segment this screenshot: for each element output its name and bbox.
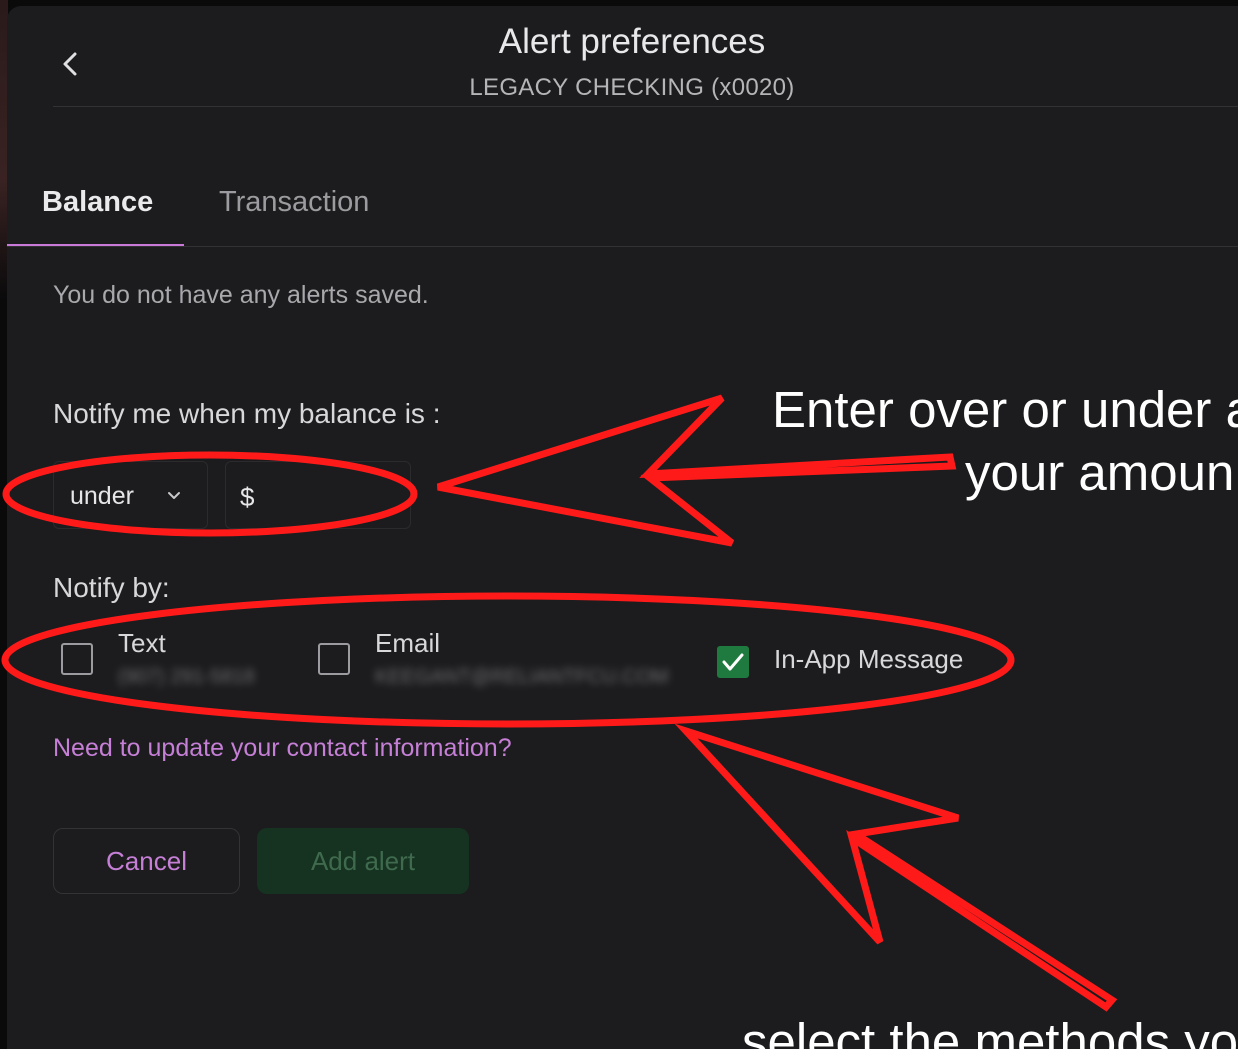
chevron-down-icon: [168, 492, 180, 499]
email-method-address: KEEGANT@RELIANTFCU.COM: [375, 666, 669, 688]
page: Alert preferences LEGACY CHECKING (x0020…: [0, 0, 1238, 1049]
update-contact-link[interactable]: Need to update your contact information?: [53, 734, 512, 763]
annotation-methods-hint: select the methods yo: [742, 1013, 1238, 1049]
balance-condition-label: Notify me when my balance is :: [53, 398, 441, 429]
empty-alerts-message: You do not have any alerts saved.: [53, 281, 429, 309]
tab-balance[interactable]: Balance: [42, 186, 153, 219]
checkmark-icon: [722, 653, 744, 671]
email-method-label: Email: [375, 628, 441, 658]
in-app-method-label: In-App Message: [774, 644, 964, 674]
annotation-amount-hint-line1: Enter over or under a: [772, 381, 1238, 438]
alert-preferences-panel: Alert preferences LEGACY CHECKING (x0020…: [7, 6, 1238, 1049]
amount-field[interactable]: $: [225, 461, 411, 529]
text-method-phone: (907) 291-5818: [118, 666, 255, 688]
tabs-divider: [7, 246, 1238, 247]
condition-select-value: under: [70, 482, 134, 510]
amount-input[interactable]: [266, 476, 400, 518]
text-checkbox[interactable]: [61, 643, 93, 675]
email-checkbox[interactable]: [318, 643, 350, 675]
account-subtitle: LEGACY CHECKING (x0020): [469, 74, 795, 101]
annotation-amount-hint-line2: your amoun: [965, 444, 1235, 501]
tab-transaction[interactable]: Transaction: [219, 186, 369, 219]
cancel-button[interactable]: Cancel: [53, 828, 240, 894]
header-divider: [53, 106, 1238, 107]
condition-select[interactable]: under: [53, 461, 208, 529]
text-method-label: Text: [118, 628, 166, 658]
currency-symbol: $: [240, 482, 255, 512]
add-alert-button[interactable]: Add alert: [257, 828, 469, 894]
in-app-checkbox[interactable]: [717, 646, 749, 678]
notify-by-label: Notify by:: [53, 572, 170, 603]
page-title: Alert preferences: [498, 22, 766, 61]
